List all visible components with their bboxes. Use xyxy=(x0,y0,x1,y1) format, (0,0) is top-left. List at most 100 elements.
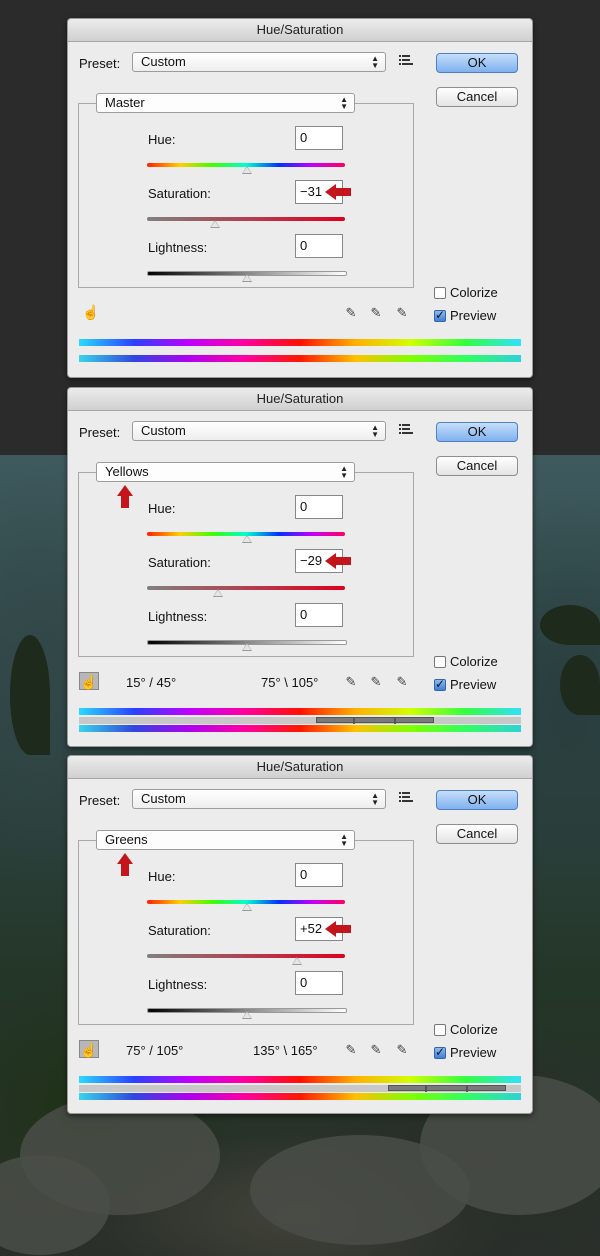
eyedropper-minus-icon[interactable]: ✎ xyxy=(394,1042,410,1058)
lightness-slider-thumb[interactable] xyxy=(242,1011,252,1019)
preset-options-icon[interactable] xyxy=(399,424,413,436)
hue-saturation-dialog-greens: Hue/Saturation Preset: Custom ▲ ▼ OK Cance… xyxy=(67,755,533,1114)
hue-slider-thumb[interactable] xyxy=(242,535,252,543)
preview-label: Preview xyxy=(450,1045,497,1060)
ok-button[interactable]: OK xyxy=(436,422,518,442)
colorize-label: Colorize xyxy=(450,1022,498,1037)
saturation-label: Saturation: xyxy=(148,555,211,570)
preview-checkbox[interactable] xyxy=(434,308,446,322)
lightness-slider-thumb[interactable] xyxy=(242,274,252,282)
adjustment-group xyxy=(78,103,414,288)
colorize-checkbox[interactable] xyxy=(434,656,446,668)
channel-value: Greens xyxy=(105,832,148,847)
hue-field[interactable]: 0 xyxy=(295,495,343,519)
saturation-slider-track[interactable] xyxy=(147,954,345,958)
color-bar-top xyxy=(79,339,521,346)
ok-button[interactable]: OK xyxy=(436,53,518,73)
eyedropper-plus-icon[interactable]: ✎ xyxy=(368,305,384,321)
eyedropper-icon[interactable]: ✎ xyxy=(343,305,359,321)
ok-button[interactable]: OK xyxy=(436,790,518,810)
range-right-readout: 75° \ 105° xyxy=(261,675,319,690)
saturation-slider-thumb[interactable] xyxy=(210,220,220,228)
eyedropper-plus-icon[interactable]: ✎ xyxy=(368,1042,384,1058)
channel-select[interactable]: Yellows ▲ ▼ xyxy=(96,462,355,482)
preset-value: Custom xyxy=(141,54,186,69)
range-tick[interactable] xyxy=(394,717,396,724)
eyedropper-minus-icon[interactable]: ✎ xyxy=(394,674,410,690)
hand-adjust-icon[interactable]: ☝ xyxy=(81,303,101,321)
channel-value: Master xyxy=(105,95,145,110)
lightness-label: Lightness: xyxy=(148,977,208,992)
hue-field[interactable]: 0 xyxy=(295,863,343,887)
select-arrows-icon: ▲ ▼ xyxy=(340,95,348,111)
select-arrows-icon: ▲ ▼ xyxy=(340,832,348,848)
preset-select[interactable]: Custom ▲ ▼ xyxy=(132,789,386,809)
lightness-field[interactable]: 0 xyxy=(295,603,343,627)
colorize-checkbox[interactable] xyxy=(434,287,446,299)
color-bar-bottom xyxy=(79,1093,521,1100)
range-tick[interactable] xyxy=(466,1085,468,1092)
eyedropper-icon[interactable]: ✎ xyxy=(343,1042,359,1058)
annotation-arrow-up xyxy=(117,853,133,877)
hand-adjust-icon[interactable]: ☝ xyxy=(79,672,99,690)
eyedropper-minus-icon[interactable]: ✎ xyxy=(394,305,410,321)
lightness-field[interactable]: 0 xyxy=(295,234,343,258)
annotation-arrow-up xyxy=(117,485,133,509)
hue-slider-thumb[interactable] xyxy=(242,166,252,174)
preview-checkbox[interactable] xyxy=(434,677,446,691)
colorize-label: Colorize xyxy=(450,654,498,669)
color-bar-top xyxy=(79,708,521,715)
select-arrows-icon: ▲ ▼ xyxy=(371,791,379,807)
color-bar-top xyxy=(79,1076,521,1083)
lightness-field[interactable]: 0 xyxy=(295,971,343,995)
hue-field[interactable]: 0 xyxy=(295,126,343,150)
preset-label: Preset: xyxy=(79,56,121,71)
color-bar-bottom xyxy=(79,725,521,732)
preset-value: Custom xyxy=(141,423,186,438)
lightness-label: Lightness: xyxy=(148,240,208,255)
preview-checkbox[interactable] xyxy=(434,1045,446,1059)
hue-slider-thumb[interactable] xyxy=(242,903,252,911)
lightness-label: Lightness: xyxy=(148,609,208,624)
saturation-slider-thumb[interactable] xyxy=(213,589,223,597)
range-left-readout: 75° / 105° xyxy=(126,1043,184,1058)
hue-label: Hue: xyxy=(148,869,176,884)
hand-adjust-icon[interactable]: ☝ xyxy=(79,1040,99,1058)
saturation-slider-track[interactable] xyxy=(147,217,345,221)
dialog-title: Hue/Saturation xyxy=(68,19,532,42)
cancel-button[interactable]: Cancel xyxy=(436,824,518,844)
colorize-label: Colorize xyxy=(450,285,498,300)
channel-select[interactable]: Greens ▲ ▼ xyxy=(96,830,355,850)
preset-options-icon[interactable] xyxy=(399,792,413,804)
range-tick[interactable] xyxy=(425,1085,427,1092)
range-bar xyxy=(79,717,521,724)
range-slider[interactable] xyxy=(388,1085,506,1091)
lightness-slider-thumb[interactable] xyxy=(242,643,252,651)
dialog-title: Hue/Saturation xyxy=(68,756,532,779)
hue-saturation-dialog-yellows: Hue/Saturation Preset: Custom ▲ ▼ OK Cance… xyxy=(67,387,533,747)
preset-select[interactable]: Custom ▲ ▼ xyxy=(132,52,386,72)
preview-label: Preview xyxy=(450,677,497,692)
channel-select[interactable]: Master ▲ ▼ xyxy=(96,93,355,113)
annotation-arrow-left xyxy=(325,921,351,937)
range-slider[interactable] xyxy=(316,717,434,723)
preset-label: Preset: xyxy=(79,425,121,440)
preset-select[interactable]: Custom ▲ ▼ xyxy=(132,421,386,441)
annotation-arrow-left xyxy=(325,184,351,200)
saturation-label: Saturation: xyxy=(148,186,211,201)
hue-saturation-dialog-master: Hue/Saturation Preset: Custom ▲ ▼ OK Cance… xyxy=(67,18,533,378)
cancel-button[interactable]: Cancel xyxy=(436,456,518,476)
saturation-label: Saturation: xyxy=(148,923,211,938)
saturation-slider-track[interactable] xyxy=(147,586,345,590)
saturation-slider-thumb[interactable] xyxy=(292,957,302,965)
annotation-arrow-left xyxy=(325,553,351,569)
eyedropper-icon[interactable]: ✎ xyxy=(343,674,359,690)
range-left-readout: 15° / 45° xyxy=(126,675,177,690)
colorize-checkbox[interactable] xyxy=(434,1024,446,1036)
cancel-button[interactable]: Cancel xyxy=(436,87,518,107)
preset-options-icon[interactable] xyxy=(399,55,413,67)
eyedropper-plus-icon[interactable]: ✎ xyxy=(368,674,384,690)
dialog-title: Hue/Saturation xyxy=(68,388,532,411)
range-tick[interactable] xyxy=(353,717,355,724)
hue-label: Hue: xyxy=(148,132,176,147)
